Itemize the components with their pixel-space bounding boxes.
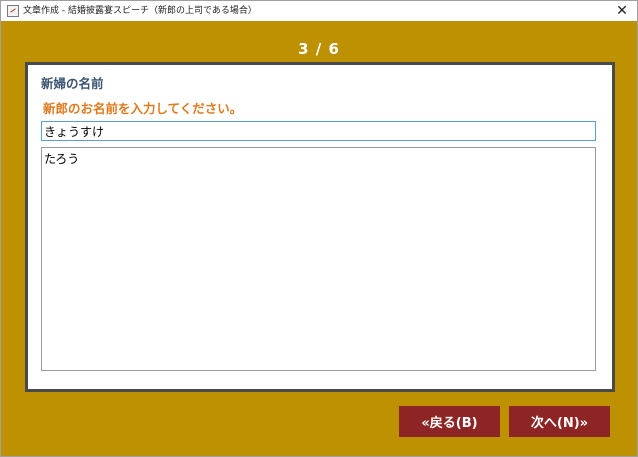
name-input[interactable] [41,121,596,141]
form-panel: 新婦の名前 新郎のお名前を入力してください。 たろう [25,62,615,392]
next-button[interactable]: 次へ(N)» [509,406,610,437]
document-edit-icon [7,5,19,17]
back-button[interactable]: «戻る(B) [399,406,500,437]
close-icon[interactable]: ✕ [607,1,637,21]
notes-textarea[interactable]: たろう [41,147,596,371]
step-indicator: 3 / 6 [298,40,340,58]
app-window: 文章作成 - 結婚披露宴スピーチ（新郎の上司である場合） ✕ 3 / 6 新婦の… [0,0,638,457]
title-bar: 文章作成 - 結婚披露宴スピーチ（新郎の上司である場合） ✕ [1,1,637,21]
window-title: 文章作成 - 結婚披露宴スピーチ（新郎の上司である場合） [23,6,257,16]
instruction-text: 新郎のお名前を入力してください。 [43,101,243,116]
field-label: 新婦の名前 [41,76,104,91]
